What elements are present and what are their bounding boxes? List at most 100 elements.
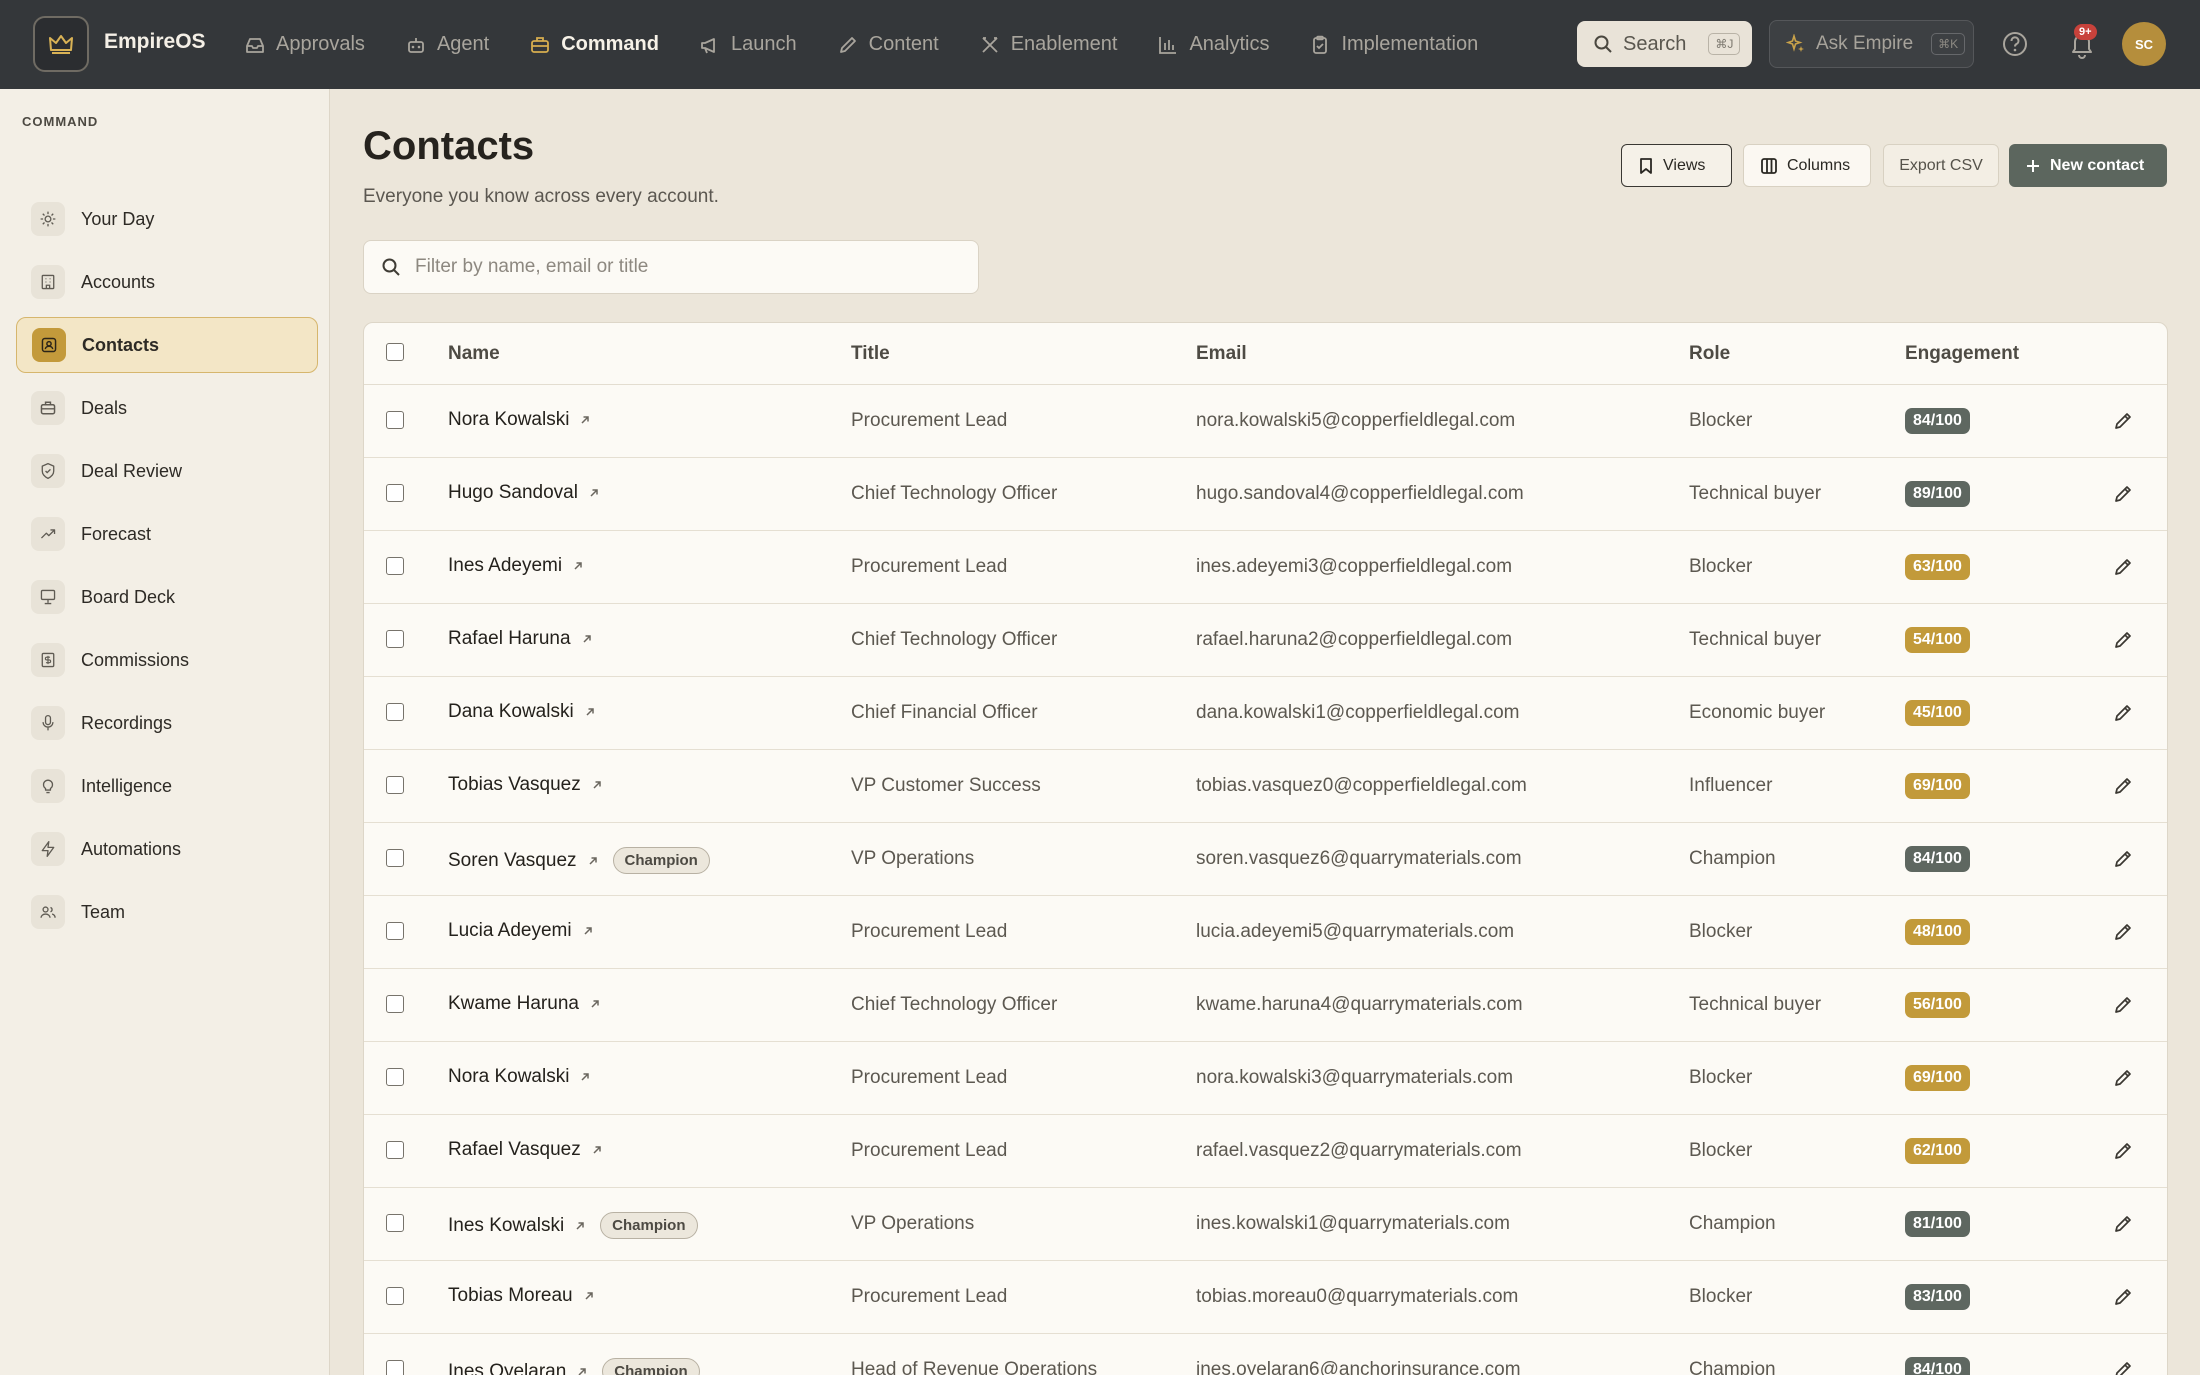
external-link-arrow-icon[interactable] [572, 560, 584, 572]
column-header-name[interactable]: Name [448, 343, 500, 365]
sidebar-item-deals[interactable]: Deals [16, 380, 318, 436]
table-row[interactable]: Kwame Haruna Chief Technology Officer kwam… [364, 969, 2167, 1042]
table-row[interactable]: Tobias Moreau Procurement Lead tobias.more… [364, 1261, 2167, 1334]
contact-email[interactable]: nora.kowalski5@copperfieldlegal.com [1196, 410, 1515, 432]
table-row[interactable]: Nora Kowalski Procurement Lead nora.kowals… [364, 1042, 2167, 1115]
export-csv-button[interactable]: Export CSV [1883, 144, 1999, 187]
sidebar-item-your-day[interactable]: Your Day [16, 191, 318, 247]
row-checkbox[interactable] [386, 703, 404, 721]
contact-name[interactable]: Rafael Haruna [448, 628, 571, 650]
contact-name[interactable]: Tobias Vasquez [448, 774, 581, 796]
edit-pencil-icon[interactable] [2112, 1213, 2134, 1241]
sidebar-item-team[interactable]: Team [16, 884, 318, 940]
column-header-title[interactable]: Title [851, 343, 890, 365]
sidebar-item-automations[interactable]: Automations [16, 821, 318, 877]
ask-empire-button[interactable]: Ask Empire ⌘K [1769, 20, 1974, 68]
contact-name-cell[interactable]: Nora Kowalski [448, 1066, 591, 1088]
edit-pencil-icon[interactable] [2112, 483, 2134, 511]
contact-name-cell[interactable]: Dana Kowalski [448, 701, 596, 723]
nav-item-enablement[interactable]: Enablement [979, 33, 1117, 56]
row-checkbox[interactable] [386, 1287, 404, 1305]
row-checkbox[interactable] [386, 922, 404, 940]
contact-name-cell[interactable]: Tobias Moreau [448, 1285, 595, 1307]
row-checkbox[interactable] [386, 995, 404, 1013]
contact-name[interactable]: Nora Kowalski [448, 1066, 569, 1088]
contact-name[interactable]: Ines Kowalski [448, 1215, 564, 1237]
contact-name[interactable]: Soren Vasquez [448, 850, 577, 872]
external-link-arrow-icon[interactable] [587, 855, 599, 867]
row-checkbox[interactable] [386, 1068, 404, 1086]
row-checkbox[interactable] [386, 776, 404, 794]
sidebar-item-recordings[interactable]: Recordings [16, 695, 318, 751]
external-link-arrow-icon[interactable] [591, 779, 603, 791]
sidebar-item-intelligence[interactable]: Intelligence [16, 758, 318, 814]
contact-name-cell[interactable]: Kwame Haruna [448, 993, 601, 1015]
table-row[interactable]: Ines Oyelaran Champion Head of Revenue Ope… [364, 1334, 2167, 1375]
edit-pencil-icon[interactable] [2112, 1140, 2134, 1168]
table-row[interactable]: Rafael Haruna Chief Technology Officer raf… [364, 604, 2167, 677]
column-header-email[interactable]: Email [1196, 343, 1247, 365]
table-row[interactable]: Dana Kowalski Chief Financial Officer dana… [364, 677, 2167, 750]
row-checkbox[interactable] [386, 411, 404, 429]
external-link-arrow-icon[interactable] [591, 1144, 603, 1156]
contact-name[interactable]: Rafael Vasquez [448, 1139, 581, 1161]
contact-name-cell[interactable]: Rafael Haruna [448, 628, 593, 650]
nav-item-implementation[interactable]: Implementation [1309, 33, 1478, 56]
edit-pencil-icon[interactable] [2112, 1067, 2134, 1095]
edit-pencil-icon[interactable] [2112, 702, 2134, 730]
row-checkbox[interactable] [386, 630, 404, 648]
column-header-role[interactable]: Role [1689, 343, 1730, 365]
contact-name-cell[interactable]: Ines Kowalski Champion [448, 1212, 698, 1239]
contact-email[interactable]: nora.kowalski3@quarrymaterials.com [1196, 1067, 1513, 1089]
contact-name[interactable]: Nora Kowalski [448, 409, 569, 431]
contact-name-cell[interactable]: Tobias Vasquez [448, 774, 603, 796]
row-checkbox[interactable] [386, 1214, 404, 1232]
row-checkbox[interactable] [386, 557, 404, 575]
contact-name[interactable]: Dana Kowalski [448, 701, 574, 723]
edit-pencil-icon[interactable] [2112, 410, 2134, 438]
contact-name-cell[interactable]: Nora Kowalski [448, 409, 591, 431]
views-button[interactable]: Views [1621, 144, 1732, 187]
edit-pencil-icon[interactable] [2112, 848, 2134, 876]
edit-pencil-icon[interactable] [2112, 921, 2134, 949]
table-row[interactable]: Tobias Vasquez VP Customer Success tobias.… [364, 750, 2167, 823]
help-icon[interactable] [2001, 30, 2029, 63]
edit-pencil-icon[interactable] [2112, 1286, 2134, 1314]
contact-name[interactable]: Hugo Sandoval [448, 482, 578, 504]
contact-name[interactable]: Ines Oyelaran [448, 1361, 566, 1375]
contact-name-cell[interactable]: Lucia Adeyemi [448, 920, 594, 942]
contact-name[interactable]: Ines Adeyemi [448, 555, 562, 577]
filter-input[interactable] [415, 256, 975, 278]
external-link-arrow-icon[interactable] [582, 925, 594, 937]
nav-item-launch[interactable]: Launch [699, 33, 797, 56]
contact-email[interactable]: kwame.haruna4@quarrymaterials.com [1196, 994, 1523, 1016]
edit-pencil-icon[interactable] [2112, 629, 2134, 657]
nav-item-analytics[interactable]: Analytics [1157, 33, 1269, 56]
contact-name[interactable]: Tobias Moreau [448, 1285, 573, 1307]
columns-button[interactable]: Columns [1743, 144, 1871, 187]
external-link-arrow-icon[interactable] [584, 706, 596, 718]
edit-pencil-icon[interactable] [2112, 994, 2134, 1022]
contact-email[interactable]: dana.kowalski1@copperfieldlegal.com [1196, 702, 1519, 724]
external-link-arrow-icon[interactable] [574, 1220, 586, 1232]
nav-item-agent[interactable]: Agent [405, 33, 489, 56]
row-checkbox[interactable] [386, 1360, 404, 1375]
edit-pencil-icon[interactable] [2112, 775, 2134, 803]
user-avatar[interactable]: SC [2122, 22, 2166, 66]
global-search-button[interactable]: Search ⌘J [1577, 21, 1752, 67]
external-link-arrow-icon[interactable] [579, 1071, 591, 1083]
sidebar-item-commissions[interactable]: Commissions [16, 632, 318, 688]
contact-email[interactable]: lucia.adeyemi5@quarrymaterials.com [1196, 921, 1514, 943]
contact-email[interactable]: tobias.vasquez0@copperfieldlegal.com [1196, 775, 1527, 797]
sidebar-item-accounts[interactable]: Accounts [16, 254, 318, 310]
contact-name-cell[interactable]: Ines Oyelaran Champion [448, 1358, 700, 1375]
contact-name-cell[interactable]: Rafael Vasquez [448, 1139, 603, 1161]
contact-email[interactable]: tobias.moreau0@quarrymaterials.com [1196, 1286, 1518, 1308]
column-header-engagement[interactable]: Engagement [1905, 343, 2019, 365]
table-row[interactable]: Ines Kowalski Champion VP Operations ines.k… [364, 1188, 2167, 1261]
new-contact-button[interactable]: New contact [2009, 144, 2167, 187]
external-link-arrow-icon[interactable] [579, 414, 591, 426]
table-row[interactable]: Soren Vasquez Champion VP Operations soren.… [364, 823, 2167, 896]
contact-name-cell[interactable]: Soren Vasquez Champion [448, 847, 710, 874]
row-checkbox[interactable] [386, 484, 404, 502]
